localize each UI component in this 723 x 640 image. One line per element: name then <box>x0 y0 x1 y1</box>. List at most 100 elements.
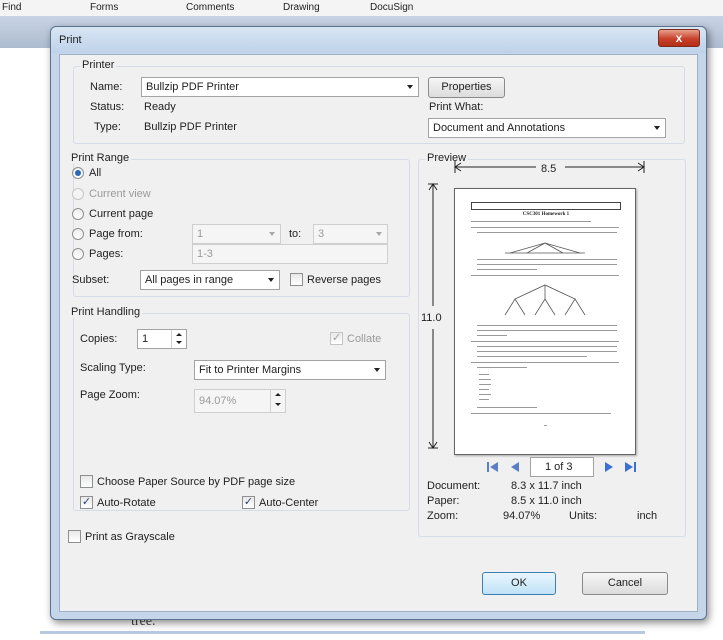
chevron-down-icon <box>407 85 413 89</box>
page-indicator-field[interactable]: 1 of 3 <box>530 457 594 477</box>
page-text-line <box>477 325 617 326</box>
pages-input[interactable]: 1-3 <box>192 244 388 264</box>
page-text-line <box>477 259 617 260</box>
paper-source-label: Choose Paper Source by PDF page size <box>97 476 296 488</box>
paper-size-label: Paper: <box>427 495 460 507</box>
previous-page-icon[interactable] <box>509 460 521 474</box>
print-what-label: Print What: <box>429 101 484 113</box>
preview-zoom-label: Zoom: <box>427 510 459 522</box>
page-number <box>544 425 547 426</box>
page-from-label: Page from: <box>89 228 143 240</box>
document-line <box>40 631 645 634</box>
copies-label: Copies: <box>80 333 118 345</box>
copies-value: 1 <box>142 333 149 345</box>
preview-zoom-value: 94.07% <box>503 510 541 522</box>
page-tree-figure <box>504 284 586 316</box>
page-indicator: 1 of 3 <box>545 461 573 473</box>
current-view-radio[interactable] <box>72 188 84 200</box>
printer-name-label: Name: <box>90 81 123 93</box>
menu-forms[interactable]: Forms <box>90 2 118 13</box>
printer-status-value: Ready <box>144 101 176 113</box>
chevron-down-icon <box>654 126 660 130</box>
page-text-line <box>479 389 489 390</box>
height-dimension-label: 11.0 <box>421 312 442 324</box>
auto-center-checkbox[interactable]: ✓ <box>242 496 255 509</box>
ok-button[interactable]: OK <box>482 572 556 595</box>
close-button[interactable]: x <box>658 29 700 47</box>
menu-drawing[interactable]: Drawing <box>283 2 320 13</box>
first-page-icon[interactable] <box>486 460 500 474</box>
chevron-down-icon <box>269 232 275 236</box>
chevron-down-icon <box>268 278 274 282</box>
print-range-label: Print Range <box>69 152 132 164</box>
last-page-icon[interactable] <box>623 460 637 474</box>
stepper-up-icon[interactable] <box>171 330 186 339</box>
properties-button[interactable]: Properties <box>428 77 505 98</box>
print-what-select[interactable]: Document and Annotations <box>428 118 666 138</box>
page-from-select[interactable]: 1 <box>192 224 281 244</box>
close-icon: x <box>675 31 683 45</box>
pages-radio[interactable] <box>72 248 84 260</box>
page-zoom-stepper[interactable]: 94.07% <box>194 389 286 413</box>
page-text-line <box>477 356 587 357</box>
copies-stepper[interactable]: 1 <box>137 329 187 349</box>
paper-source-checkbox[interactable] <box>80 475 93 488</box>
all-label: All <box>89 167 102 179</box>
preview-page: CSC301 Homework 1 <box>454 188 636 455</box>
print-dialog: Print x Printer Name: Bullzip PDF Printe… <box>50 26 707 620</box>
collate-checkbox[interactable]: ✓ <box>330 332 343 345</box>
chevron-down-icon <box>374 368 380 372</box>
page-title: CSC301 Homework 1 <box>522 212 570 217</box>
menu-find[interactable]: Find <box>2 2 21 13</box>
page-text-line <box>471 341 619 342</box>
page-text-line <box>477 232 617 233</box>
page-text-line <box>479 379 491 380</box>
stepper-down-icon[interactable] <box>270 401 285 412</box>
page-text-line <box>477 335 507 336</box>
cancel-button[interactable]: Cancel <box>582 572 668 595</box>
subset-select[interactable]: All pages in range <box>140 270 280 290</box>
page-text-line <box>479 374 489 375</box>
grayscale-label: Print as Grayscale <box>85 531 175 543</box>
menu-comments[interactable]: Comments <box>186 2 234 13</box>
subset-label: Subset: <box>72 274 110 286</box>
page-tree-figure <box>505 242 585 254</box>
print-handling-label: Print Handling <box>69 306 143 318</box>
page-text-line <box>477 407 537 408</box>
stepper-down-icon[interactable] <box>171 339 186 348</box>
stepper-up-icon[interactable] <box>270 390 285 401</box>
subset-value: All pages in range <box>145 274 234 286</box>
reverse-pages-checkbox[interactable] <box>290 273 303 286</box>
page-from-value: 1 <box>197 228 204 240</box>
document-size-label: Document: <box>427 480 481 492</box>
auto-rotate-checkbox[interactable]: ✓ <box>80 496 93 509</box>
auto-center-label: Auto-Center <box>259 497 319 509</box>
paper-size-value: 8.5 x 11.0 inch <box>511 495 582 507</box>
printer-type-value: Bullzip PDF Printer <box>144 121 237 133</box>
auto-rotate-label: Auto-Rotate <box>97 497 156 509</box>
page-from-radio[interactable] <box>72 228 84 240</box>
current-page-radio[interactable] <box>72 208 84 220</box>
page-to-select[interactable]: 3 <box>313 224 388 244</box>
scaling-type-value: Fit to Printer Margins <box>199 364 302 376</box>
scaling-type-select[interactable]: Fit to Printer Margins <box>194 360 386 380</box>
dialog-title: Print <box>59 34 82 46</box>
page-text-line <box>477 264 617 265</box>
printer-status-label: Status: <box>90 101 125 113</box>
page-zoom-label: Page Zoom: <box>80 389 140 401</box>
printer-name-select[interactable]: Bullzip PDF Printer <box>141 77 419 97</box>
document-size-value: 8.3 x 11.7 inch <box>511 480 582 492</box>
page-text-line <box>477 367 527 368</box>
menu-docusign[interactable]: DocuSign <box>370 2 413 13</box>
page-text-line <box>477 351 617 352</box>
printer-name-value: Bullzip PDF Printer <box>146 81 239 93</box>
page-text-line <box>471 227 619 228</box>
units-label: Units: <box>569 510 598 522</box>
current-page-label: Current page <box>89 208 154 220</box>
next-page-icon[interactable] <box>603 460 615 474</box>
all-radio[interactable] <box>72 167 84 179</box>
grayscale-checkbox[interactable] <box>68 530 81 543</box>
page-text-line <box>479 399 489 400</box>
page-text-line <box>471 413 611 414</box>
current-view-label: Current view <box>89 188 151 200</box>
